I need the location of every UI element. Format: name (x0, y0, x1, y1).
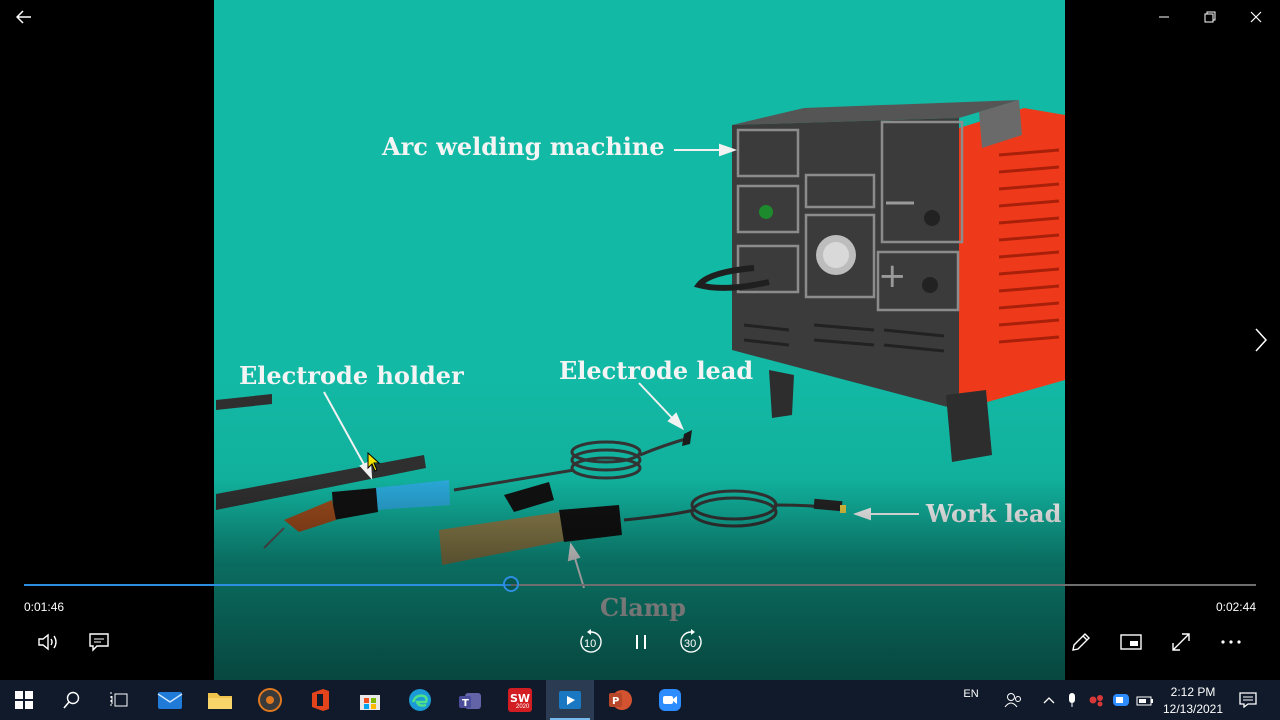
volume-button[interactable] (33, 626, 65, 658)
fullscreen-icon (1172, 633, 1190, 651)
powerpoint-icon: P (609, 690, 632, 710)
action-center-button[interactable] (1236, 680, 1260, 720)
edit-button[interactable] (1065, 626, 1097, 658)
microsoft-store-app[interactable] (346, 680, 394, 720)
skip-forward-button[interactable]: 30 (675, 626, 707, 658)
teams-icon: T (459, 693, 481, 709)
restore-icon (1204, 11, 1216, 23)
microphone-icon (1069, 693, 1075, 707)
seek-bar[interactable] (24, 584, 1256, 586)
mouse-cursor-icon (367, 452, 381, 472)
total-duration: 0:02:44 (1215, 600, 1256, 614)
back-arrow-icon (16, 10, 31, 24)
more-icon (1221, 640, 1241, 644)
chevron-right-icon (1255, 328, 1268, 352)
mini-view-button[interactable] (1115, 626, 1147, 658)
tray-microphone[interactable] (1062, 680, 1082, 720)
more-options-button[interactable] (1215, 626, 1247, 658)
edge-icon (409, 689, 431, 711)
chevron-up-icon (1043, 697, 1055, 704)
skip-back-label: 10 (584, 638, 597, 650)
office-app[interactable] (296, 680, 344, 720)
solidworks-app[interactable]: SW 2020 (496, 680, 544, 720)
windows-start-icon (15, 691, 33, 709)
people-button[interactable] (1000, 680, 1026, 720)
notification-icon (1239, 692, 1257, 708)
media-app[interactable] (246, 680, 294, 720)
show-hidden-icons-button[interactable] (1038, 680, 1060, 720)
fullscreen-button[interactable] (1165, 626, 1197, 658)
label-work-lead: Work lead (926, 499, 1062, 528)
video-frame[interactable]: + Arc welding machine Electrode holder E… (214, 0, 1065, 680)
media-app-icon (258, 688, 282, 712)
close-icon (1250, 11, 1262, 23)
taskbar: T SW 2020 P EN 2:12 PM 12/13/2021 (0, 680, 1280, 720)
teams-app[interactable]: T (446, 680, 494, 720)
label-arc-welding-machine: Arc welding machine (382, 132, 665, 161)
zoom-app[interactable] (646, 680, 694, 720)
edge-browser-app[interactable] (396, 680, 444, 720)
label-clamp: Clamp (600, 593, 686, 622)
tray-network-power[interactable] (1134, 680, 1156, 720)
label-electrode-lead: Electrode lead (559, 356, 754, 385)
mini-view-icon (1120, 634, 1142, 650)
task-view-icon (110, 692, 128, 708)
svg-text:T: T (462, 698, 469, 709)
people-icon (1004, 693, 1021, 708)
pencil-icon (1072, 633, 1090, 651)
speaker-icon (38, 633, 57, 651)
clock-time: 2:12 PM (1170, 685, 1216, 699)
clock-date: 12/13/2021 (1162, 702, 1224, 716)
zoom-tray-icon (1113, 694, 1129, 706)
task-view-button[interactable] (96, 680, 144, 720)
powerpoint-app[interactable]: P (596, 680, 644, 720)
file-explorer-app[interactable] (196, 680, 244, 720)
start-button[interactable] (0, 680, 48, 720)
back-button[interactable] (9, 4, 39, 30)
captions-button[interactable] (83, 626, 115, 658)
video-player-icon (559, 691, 581, 709)
zoom-icon (659, 689, 681, 711)
minimize-icon (1159, 16, 1169, 18)
captions-icon (89, 633, 109, 652)
minimize-button[interactable] (1149, 4, 1179, 30)
battery-plug-icon (1136, 696, 1153, 706)
input-language[interactable]: EN (958, 674, 984, 714)
restore-button[interactable] (1195, 4, 1225, 30)
label-electrode-holder: Electrode holder (239, 361, 464, 390)
tray-app-icon (1089, 695, 1103, 707)
file-explorer-icon (208, 693, 232, 709)
mail-icon (157, 692, 183, 709)
elapsed-time: 0:01:46 (24, 600, 65, 614)
svg-text:P: P (612, 696, 619, 707)
skip-forward-label: 30 (684, 638, 697, 650)
search-icon (63, 691, 80, 709)
welding-scene: + (214, 100, 1065, 680)
svg-text:+: + (878, 256, 907, 296)
close-button[interactable] (1241, 4, 1271, 30)
pause-button[interactable] (625, 626, 657, 658)
next-item-button[interactable] (1250, 325, 1272, 355)
search-button[interactable] (48, 680, 96, 720)
seek-progress (24, 584, 511, 586)
microsoft-store-icon (360, 695, 380, 710)
tray-zoom[interactable] (1110, 680, 1132, 720)
office-icon (312, 689, 329, 711)
tray-app-red[interactable] (1086, 680, 1108, 720)
pause-icon (636, 635, 646, 649)
skip-back-button[interactable]: 10 (575, 626, 607, 658)
video-player-app[interactable] (546, 680, 594, 720)
seek-thumb[interactable] (502, 576, 519, 592)
solidworks-badge: 2020 (516, 704, 530, 710)
system-clock[interactable]: 2:12 PM 12/13/2021 (1154, 684, 1232, 718)
mail-app[interactable] (146, 680, 194, 720)
